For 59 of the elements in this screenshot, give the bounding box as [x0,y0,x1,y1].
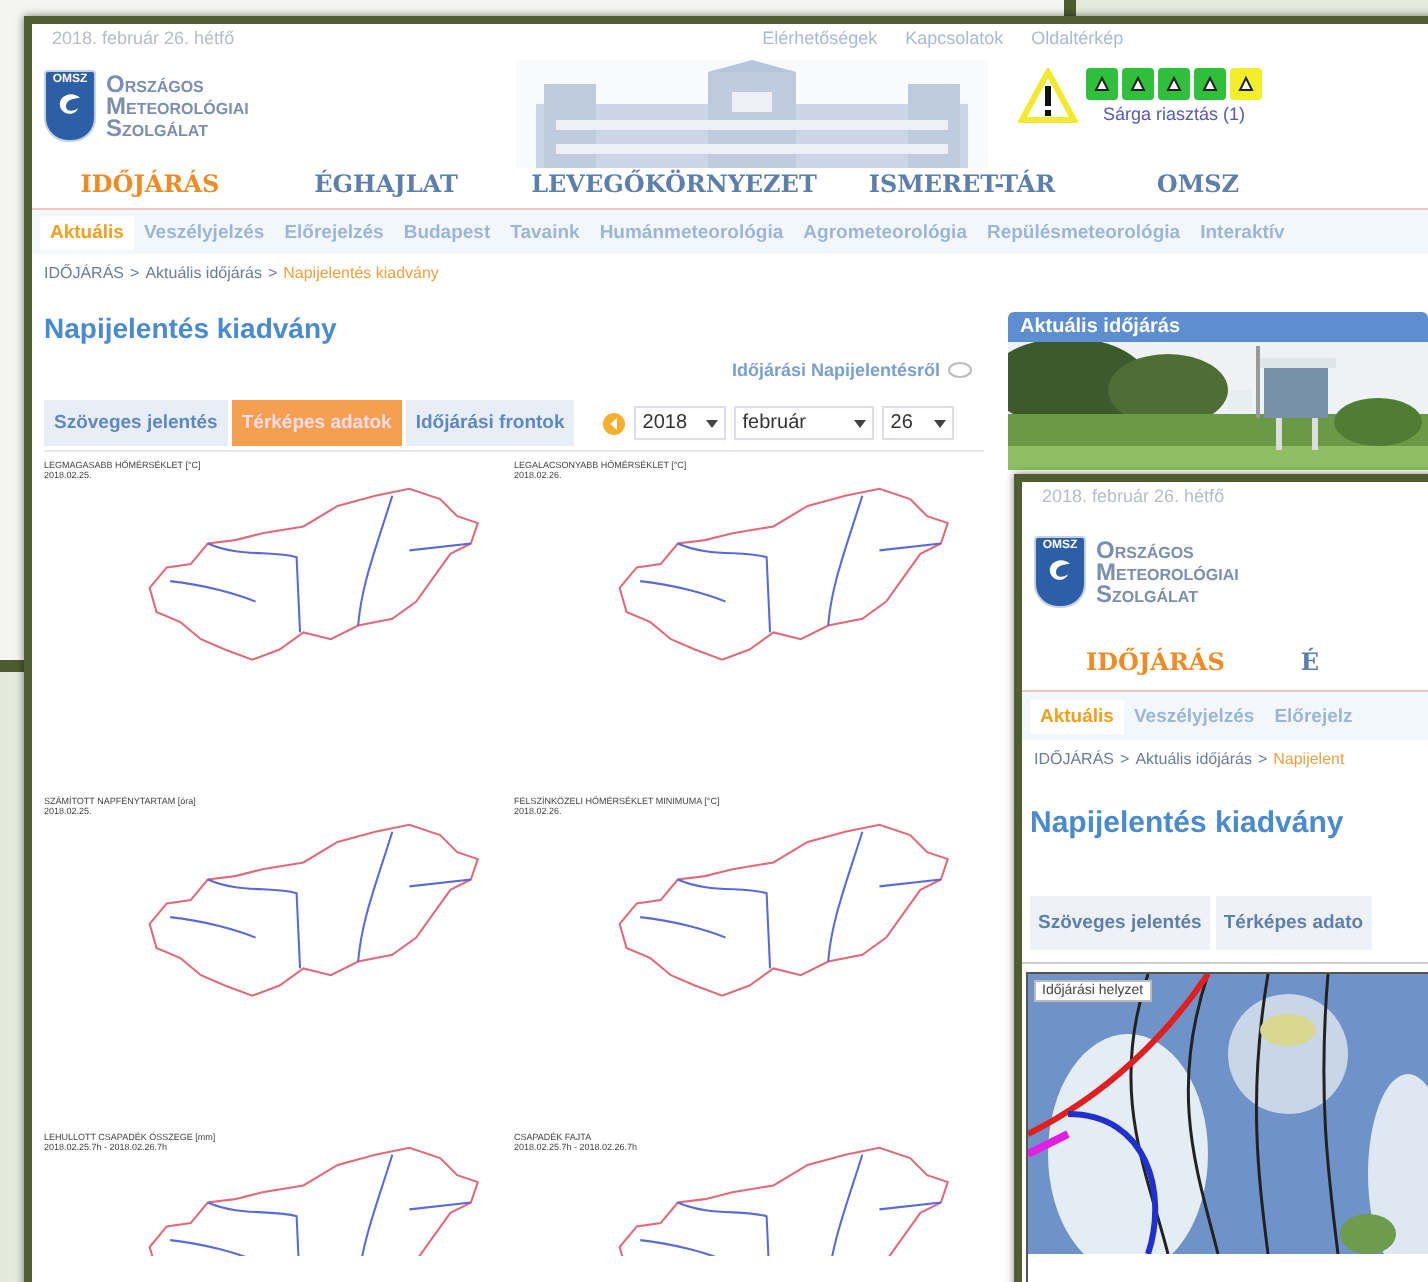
tab[interactable]: Időjárási frontok [405,400,575,446]
nav-tab[interactable]: IDŐJÁRÁS [1022,648,1253,676]
subnav-tab[interactable]: Agrometeorológia [793,215,977,249]
caret-icon [934,419,947,427]
caret-icon [706,419,719,427]
logo-text: Országos Meteorológiai Szolgálat [1096,539,1239,605]
nav-tab[interactable]: IDŐJÁRÁS [32,170,268,198]
tab[interactable]: Térképes adatok [231,400,402,446]
nav-tab[interactable]: É [1252,648,1348,676]
speech-bubble-icon [948,361,972,379]
alert-label[interactable]: Sárga riasztás (1) [1102,104,1246,124]
breadcrumb-link[interactable]: IDŐJÁRÁS [44,264,125,282]
subnav-tab[interactable]: Interaktív [1190,215,1295,249]
top-link[interactable]: Elérhetőségek [762,28,878,48]
breadcrumb-link[interactable]: Napijelentés kiadvány [283,264,439,282]
nav-tab[interactable]: ISMERET-TÁR [844,170,1080,198]
month-select[interactable]: február [734,406,875,440]
tab[interactable]: Szöveges jelentés [44,400,228,446]
date-text: 2018. február 26. hétfő [1042,486,1225,506]
subnav-tab[interactable]: Tavaink [500,215,590,249]
tab[interactable]: Térképes adato [1215,896,1372,950]
nav-tab[interactable]: ÉGHAJLAT [268,170,504,198]
subnav-tab[interactable]: Előrejelzés [274,215,394,249]
warning-icon [1018,68,1078,124]
subnav-tab[interactable]: Humánmeteorológia [589,215,794,249]
subnav-tab[interactable]: Aktuális [1030,699,1124,733]
year-select[interactable]: 2018 [634,406,727,440]
subnav-tab[interactable]: Veszélyjelzés [1123,699,1265,733]
breadcrumb-link[interactable]: Aktuális időjárás [145,264,262,282]
logo-text: Országos Meteorológiai Szolgálat [106,73,249,139]
about-link[interactable]: Időjárási Napijelentésről [731,360,940,380]
tab[interactable]: Szöveges jelentés [1030,896,1210,950]
subnav-tab[interactable]: Repülésmeteorológia [976,215,1191,249]
breadcrumb-separator: > [130,264,140,282]
breadcrumb-link[interactable]: Aktuális időjárás [1135,750,1252,768]
caret-icon [854,419,867,427]
weather-warning-icon[interactable] [1086,68,1118,100]
nav-tab[interactable]: OMSZ [1080,170,1316,198]
panel-header[interactable]: Aktuális időjárás [1008,312,1428,342]
subnav-tab[interactable]: Előrejelz [1264,699,1363,733]
breadcrumb-separator: > [1120,750,1130,768]
page-title: Napijelentés kiadvány [44,312,339,344]
breadcrumb-link[interactable]: Napijelent [1273,750,1345,768]
nav-tab[interactable]: LEVEGŐKÖRNYEZET [504,170,844,198]
subnav-tab[interactable]: Budapest [393,215,501,249]
weather-warning-icon[interactable] [1194,68,1226,100]
page-title: Napijelentés kiadvány [1028,804,1346,844]
breadcrumb-separator: > [1257,750,1268,768]
top-link[interactable]: Oldaltérkép [1031,28,1124,48]
date-text: 2018. február 26. hétfő [52,28,235,48]
weather-warning-icon[interactable] [1122,68,1154,100]
weather-warning-icon[interactable] [1158,68,1190,100]
weather-warning-icon[interactable] [1230,68,1262,100]
breadcrumb-link[interactable]: IDŐJÁRÁS [1034,750,1115,768]
day-select[interactable]: 26 [882,406,955,440]
subnav-tab[interactable]: Veszélyjelzés [133,215,275,249]
top-link[interactable]: Kapcsolatok [905,28,1004,48]
subnav-tab[interactable]: Aktuális [40,215,134,249]
breadcrumb-separator: > [267,264,278,282]
